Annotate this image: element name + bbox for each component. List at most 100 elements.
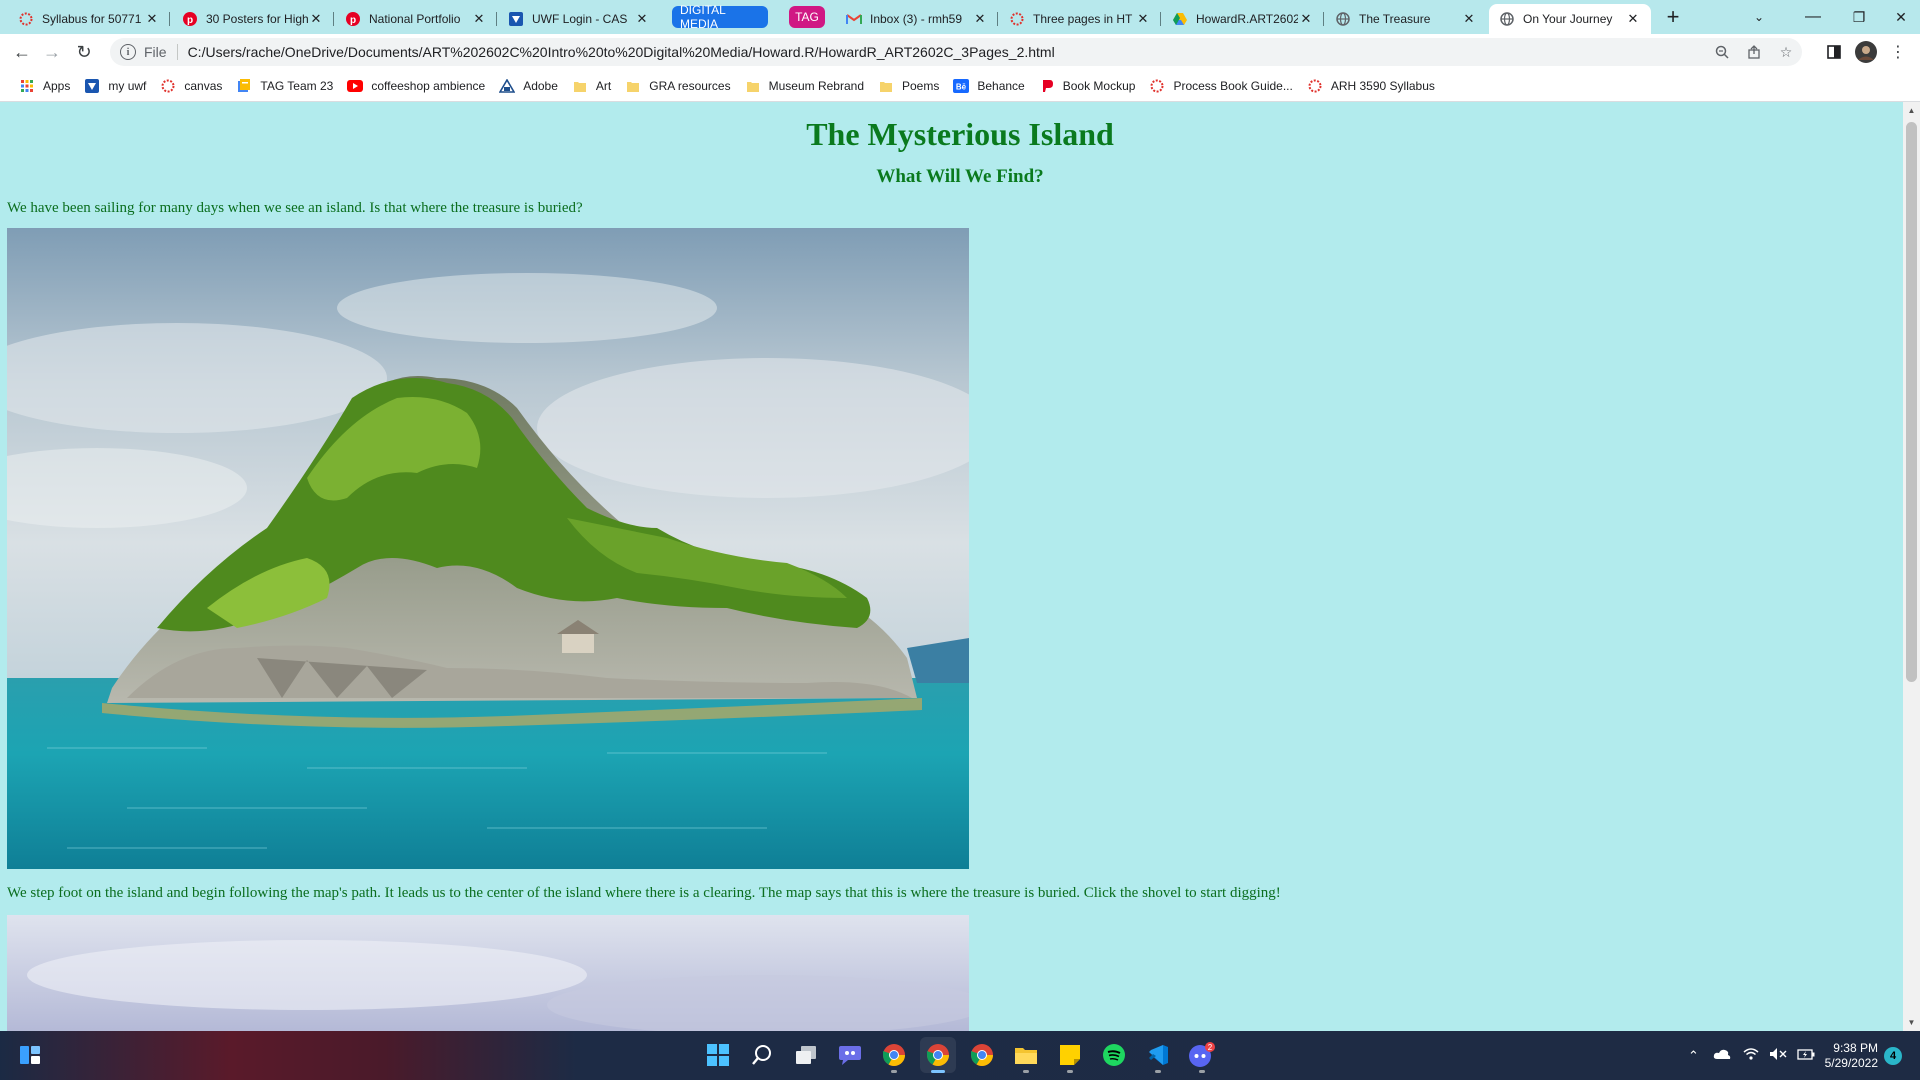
task-view-icon[interactable] (788, 1037, 824, 1073)
page-subtitle: What Will We Find? (876, 166, 1044, 187)
chrome-icon[interactable] (876, 1037, 912, 1073)
close-tab-icon[interactable]: ✕ (1625, 11, 1641, 27)
bookmark-tag-team[interactable]: TAG Team 23 (229, 73, 340, 99)
svg-text:p: p (187, 15, 193, 26)
adobe-icon (499, 78, 516, 94)
spotify-icon[interactable] (1096, 1037, 1132, 1073)
reload-icon[interactable]: ↻ (70, 38, 98, 66)
search-icon[interactable] (744, 1037, 780, 1073)
document-icon (236, 78, 252, 94)
tab-group-tag[interactable]: TAG (789, 6, 825, 28)
bookmark-adobe[interactable]: Adobe (492, 73, 565, 99)
svg-text:Bē: Bē (956, 82, 967, 91)
behance-icon: Bē (953, 78, 970, 94)
tab-title: Inbox (3) - rmh59 (870, 12, 963, 26)
drive-icon (1172, 11, 1188, 27)
tab-syllabus[interactable]: Syllabus for 50771 ✕ (8, 4, 170, 34)
bookmark-label: GRA resources (649, 78, 731, 93)
svg-text:p: p (350, 15, 356, 26)
canvas-icon (1149, 78, 1165, 94)
taskbar-clock[interactable]: 9:38 PM 5/29/2022 (1818, 1041, 1878, 1071)
bookmark-my-uwf[interactable]: my uwf (77, 73, 153, 99)
share-icon[interactable] (1738, 38, 1770, 66)
bookmark-star-icon[interactable]: ☆ (1770, 38, 1802, 66)
chrome-icon[interactable] (964, 1037, 1000, 1073)
close-tab-icon[interactable]: ✕ (1461, 11, 1477, 27)
bookmark-label: Book Mockup (1062, 78, 1136, 93)
notification-count-badge[interactable]: 4 (1884, 1047, 1902, 1065)
bookmark-coffeeshop[interactable]: coffeeshop ambience (340, 73, 492, 99)
address-bar[interactable]: i File C:/Users/rache/OneDrive/Documents… (110, 38, 1802, 66)
close-tab-icon[interactable]: ✕ (144, 11, 160, 27)
clearing-paragraph: We step foot on the island and begin fol… (7, 885, 1281, 901)
bookmark-folder-art[interactable]: Art (565, 73, 618, 99)
close-tab-icon[interactable]: ✕ (471, 11, 487, 27)
folder-icon (745, 78, 761, 94)
close-tab-icon[interactable]: ✕ (308, 11, 324, 27)
tab-search-icon[interactable]: ⌄ (1744, 4, 1774, 30)
bookmark-folder-gra[interactable]: GRA resources (618, 73, 737, 99)
widgets-icon[interactable] (12, 1037, 48, 1073)
tab-group-digital-media[interactable]: DIGITAL MEDIA (672, 3, 768, 31)
restore-icon[interactable]: ❐ (1836, 4, 1882, 30)
page-body: The Mysterious Island What Will We Find?… (0, 116, 1920, 1031)
folder-icon (878, 78, 894, 94)
chevron-up-icon[interactable]: ⌃ (1688, 1048, 1699, 1064)
file-explorer-icon[interactable] (1008, 1037, 1044, 1073)
uwf-icon (84, 78, 100, 94)
battery-charging-icon[interactable] (1797, 1048, 1815, 1063)
close-window-icon[interactable]: ✕ (1882, 4, 1920, 30)
info-icon[interactable]: i (120, 44, 136, 60)
new-tab-button[interactable]: + (1658, 4, 1688, 30)
menu-kebab-icon[interactable]: ⋮ (1884, 38, 1912, 66)
tab-uwf-login[interactable]: UWF Login - CAS ✕ (498, 4, 660, 34)
minimize-icon[interactable]: — (1790, 4, 1836, 30)
wifi-icon[interactable] (1743, 1048, 1759, 1063)
volume-muted-icon[interactable] (1769, 1047, 1787, 1064)
discord-icon[interactable]: 2 (1184, 1037, 1220, 1073)
scroll-down-arrow-icon[interactable]: ▼ (1903, 1014, 1920, 1031)
tab-the-treasure[interactable]: The Treasure ✕ (1325, 4, 1487, 34)
bookmark-label: ARH 3590 Syllabus (1330, 78, 1435, 93)
chrome-icon[interactable] (920, 1037, 956, 1073)
tab-title: UWF Login - CAS (532, 12, 628, 26)
scroll-thumb[interactable] (1906, 122, 1917, 682)
discord-badge: 2 (1208, 1043, 1213, 1052)
teams-chat-icon[interactable] (832, 1037, 868, 1073)
tab-drive-file[interactable]: HowardR.ART2602 ✕ (1162, 4, 1324, 34)
tab-on-your-journey[interactable]: On Your Journey ✕ (1489, 4, 1651, 34)
windows-start-icon[interactable] (700, 1037, 736, 1073)
bookmark-apps[interactable]: Apps (12, 73, 77, 99)
profile-avatar[interactable] (1852, 38, 1880, 66)
bookmark-canvas[interactable]: canvas (153, 73, 229, 99)
bookmark-folder-poems[interactable]: Poems (871, 73, 946, 99)
bookmark-process-book[interactable]: Process Book Guide... (1142, 73, 1299, 99)
close-tab-icon[interactable]: ✕ (972, 11, 988, 27)
globe-icon (1335, 11, 1351, 27)
zoom-icon[interactable] (1706, 38, 1738, 66)
forward-arrow-icon[interactable]: → (38, 38, 66, 66)
page-scrollbar[interactable]: ▲ ▼ (1903, 102, 1920, 1031)
bookmark-behance[interactable]: Bē Behance (946, 73, 1031, 99)
side-panel-icon[interactable] (1820, 38, 1848, 66)
tab-national-portfolio[interactable]: p National Portfolio ✕ (335, 4, 497, 34)
pinterest-icon (1039, 78, 1055, 94)
tab-gmail-inbox[interactable]: Inbox (3) - rmh59 ✕ (836, 4, 998, 34)
vscode-icon[interactable] (1140, 1037, 1176, 1073)
tab-posters[interactable]: p 30 Posters for High ✕ (172, 4, 334, 34)
bookmark-book-mockup[interactable]: Book Mockup (1032, 73, 1143, 99)
bookmark-arh-syllabus[interactable]: ARH 3590 Syllabus (1300, 73, 1442, 99)
bookmark-folder-museum[interactable]: Museum Rebrand (738, 73, 871, 99)
clearing-photo (7, 915, 969, 1031)
tab-three-pages[interactable]: Three pages in HT ✕ (999, 4, 1161, 34)
scroll-up-arrow-icon[interactable]: ▲ (1903, 102, 1920, 119)
close-tab-icon[interactable]: ✕ (1298, 11, 1314, 27)
close-tab-icon[interactable]: ✕ (634, 11, 650, 27)
browser-toolbar: ← → ↻ i File C:/Users/rache/OneDrive/Doc… (0, 34, 1920, 70)
sticky-notes-icon[interactable] (1052, 1037, 1088, 1073)
onedrive-cloud-icon[interactable] (1713, 1048, 1731, 1063)
back-arrow-icon[interactable]: ← (8, 38, 36, 66)
tab-title: 30 Posters for High (206, 12, 308, 26)
url-text[interactable]: C:/Users/rache/OneDrive/Documents/ART%20… (188, 44, 1706, 60)
close-tab-icon[interactable]: ✕ (1135, 11, 1151, 27)
